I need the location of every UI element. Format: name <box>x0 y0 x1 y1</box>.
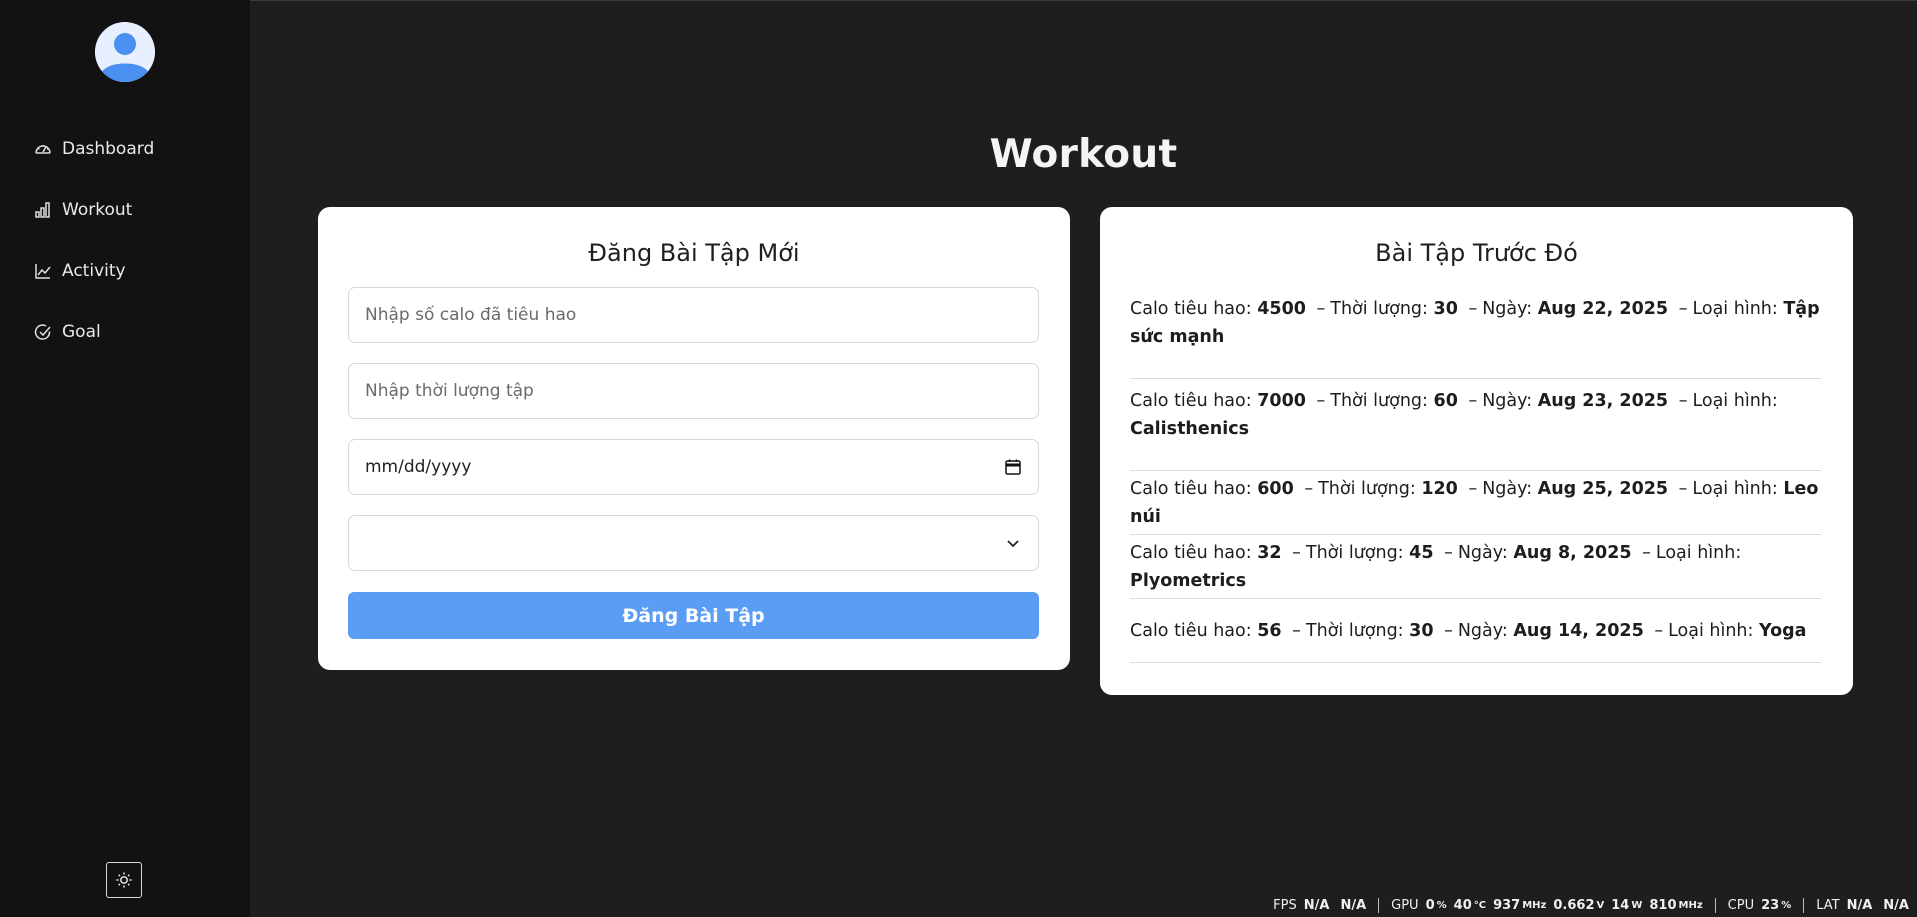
type-value: Plyometrics <box>1130 570 1247 591</box>
workout-type-select[interactable] <box>348 515 1039 571</box>
sidebar-item-label: Goal <box>62 321 101 342</box>
calories-label: Calo tiêu hao: <box>1130 391 1252 411</box>
list-item: Calo tiêu hao: 600 – Thời lượng: 120 – Ngà… <box>1130 471 1821 535</box>
date-label: Ngày: <box>1482 299 1533 319</box>
submit-workout-button[interactable]: Đăng Bài Tập <box>348 592 1039 639</box>
calories-value: 56 <box>1257 620 1282 641</box>
separator: – <box>1468 299 1478 319</box>
date-value: Aug 14, 2025 <box>1513 620 1644 641</box>
separator: – <box>1678 299 1688 319</box>
type-label: Loại hình: <box>1692 478 1778 499</box>
calories-label: Calo tiêu hao: <box>1130 299 1252 319</box>
sun-icon <box>116 872 132 888</box>
calories-label: Calo tiêu hao: <box>1130 478 1252 499</box>
duration-label: Thời lượng: <box>1330 391 1428 411</box>
performance-overlay: FPS N/A N/A GPU 0% 40 °C 937 MHz 0.662 V 14… <box>1261 895 1909 915</box>
theme-toggle-button[interactable] <box>106 862 142 898</box>
separator: – <box>1292 620 1301 641</box>
previous-workouts-title: Bài Tập Trước Đó <box>1375 239 1578 267</box>
list-item: Calo tiêu hao: 4500 – Thời lượng: 30 – Ngà… <box>1130 287 1821 379</box>
type-label: Loại hình: <box>1692 391 1778 411</box>
new-workout-title: Đăng Bài Tập Mới <box>588 239 800 267</box>
sidebar: Dashboard Workout Activity Goal <box>0 0 250 917</box>
date-value: Aug 8, 2025 <box>1513 542 1632 563</box>
separator: – <box>1444 542 1453 563</box>
gauge-icon <box>35 144 51 154</box>
calories-value: 600 <box>1257 478 1294 499</box>
sidebar-item-goal[interactable]: Goal <box>0 301 250 362</box>
sidebar-item-dashboard[interactable]: Dashboard <box>0 118 250 179</box>
separator: – <box>1468 478 1478 499</box>
duration-input[interactable]: Nhập thời lượng tập <box>348 363 1039 419</box>
calories-label: Calo tiêu hao: <box>1130 542 1252 563</box>
calories-label: Calo tiêu hao: <box>1130 620 1252 641</box>
separator: – <box>1678 391 1688 411</box>
date-label: Ngày: <box>1482 391 1533 411</box>
duration-label: Thời lượng: <box>1305 542 1404 563</box>
chevron-down-icon <box>1007 540 1019 548</box>
calories-placeholder: Nhập số calo đã tiêu hao <box>365 305 577 325</box>
type-value: Yoga <box>1759 620 1807 641</box>
separator: – <box>1468 391 1478 411</box>
separator: – <box>1654 620 1664 641</box>
sidebar-item-activity[interactable]: Activity <box>0 240 250 301</box>
separator: – <box>1444 620 1453 641</box>
duration-label: Thời lượng: <box>1318 478 1416 499</box>
check-circle-icon <box>34 323 51 340</box>
type-label: Loại hình: <box>1692 299 1778 319</box>
separator: – <box>1304 478 1314 499</box>
calories-input[interactable]: Nhập số calo đã tiêu hao <box>348 287 1039 343</box>
separator: – <box>1292 542 1301 563</box>
separator: – <box>1678 478 1688 499</box>
cpu-readout: CPU 23% <box>1714 897 1804 913</box>
type-label: Loại hình: <box>1655 542 1742 563</box>
sidebar-item-label: Dashboard <box>62 138 155 159</box>
user-avatar-icon <box>95 22 155 82</box>
calories-value: 4500 <box>1257 299 1306 319</box>
sidebar-item-label: Activity <box>62 260 126 281</box>
date-input[interactable]: mm/dd/yyyy <box>348 439 1039 495</box>
duration-value: 120 <box>1421 478 1458 499</box>
separator: – <box>1642 542 1651 563</box>
duration-value: 30 <box>1409 620 1434 641</box>
calories-value: 32 <box>1257 542 1282 563</box>
list-item: Calo tiêu hao: 32 – Thời lượng: 45 – Ngày:… <box>1130 535 1821 599</box>
fps-readout: FPS N/A N/A <box>1273 897 1367 913</box>
list-item: Calo tiêu hao: 7000 – Thời lượng: 60 – Ngà… <box>1130 379 1821 471</box>
date-label: Ngày: <box>1457 620 1508 641</box>
duration-label: Thời lượng: <box>1330 299 1428 319</box>
new-workout-card: Đăng Bài Tập Mới Nhập số calo đã tiêu ha… <box>318 207 1070 670</box>
sidebar-nav: Dashboard Workout Activity Goal <box>0 118 250 362</box>
duration-value: 45 <box>1409 542 1434 563</box>
previous-workouts-card: Bài Tập Trước Đó Calo tiêu hao: 4500 – Th… <box>1100 207 1853 695</box>
list-item: Calo tiêu hao: 56 – Thời lượng: 30 – Ngày:… <box>1130 599 1821 663</box>
bar-chart-icon <box>35 201 50 218</box>
latency-readout: LAT N/A N/A <box>1803 897 1909 913</box>
workout-history-list: Calo tiêu hao: 4500 – Thời lượng: 30 – Ngà… <box>1130 287 1821 663</box>
duration-value: 30 <box>1433 299 1458 319</box>
separator: – <box>1316 391 1326 411</box>
sidebar-item-workout[interactable]: Workout <box>0 179 250 240</box>
duration-label: Thời lượng: <box>1305 620 1404 641</box>
date-value: Aug 22, 2025 <box>1537 299 1669 319</box>
top-border <box>0 0 1917 1</box>
date-placeholder: mm/dd/yyyy <box>365 457 472 477</box>
avatar[interactable] <box>95 22 155 82</box>
separator: – <box>1316 299 1326 319</box>
date-value: Aug 25, 2025 <box>1537 478 1669 499</box>
date-label: Ngày: <box>1482 478 1533 499</box>
type-label: Loại hình: <box>1668 620 1754 641</box>
date-value: Aug 23, 2025 <box>1537 391 1669 411</box>
type-value: Calisthenics <box>1130 419 1250 439</box>
calories-value: 7000 <box>1257 391 1306 411</box>
page-title: Workout <box>989 132 1178 177</box>
gpu-readout: GPU 0% 40 °C 937 MHz 0.662 V 14 W 810 MHz <box>1378 897 1715 913</box>
line-chart-icon <box>35 263 51 279</box>
sidebar-item-label: Workout <box>62 199 133 220</box>
duration-value: 60 <box>1433 391 1458 411</box>
date-label: Ngày: <box>1457 542 1508 563</box>
calendar-icon[interactable] <box>1004 458 1022 476</box>
duration-placeholder: Nhập thời lượng tập <box>365 381 534 401</box>
